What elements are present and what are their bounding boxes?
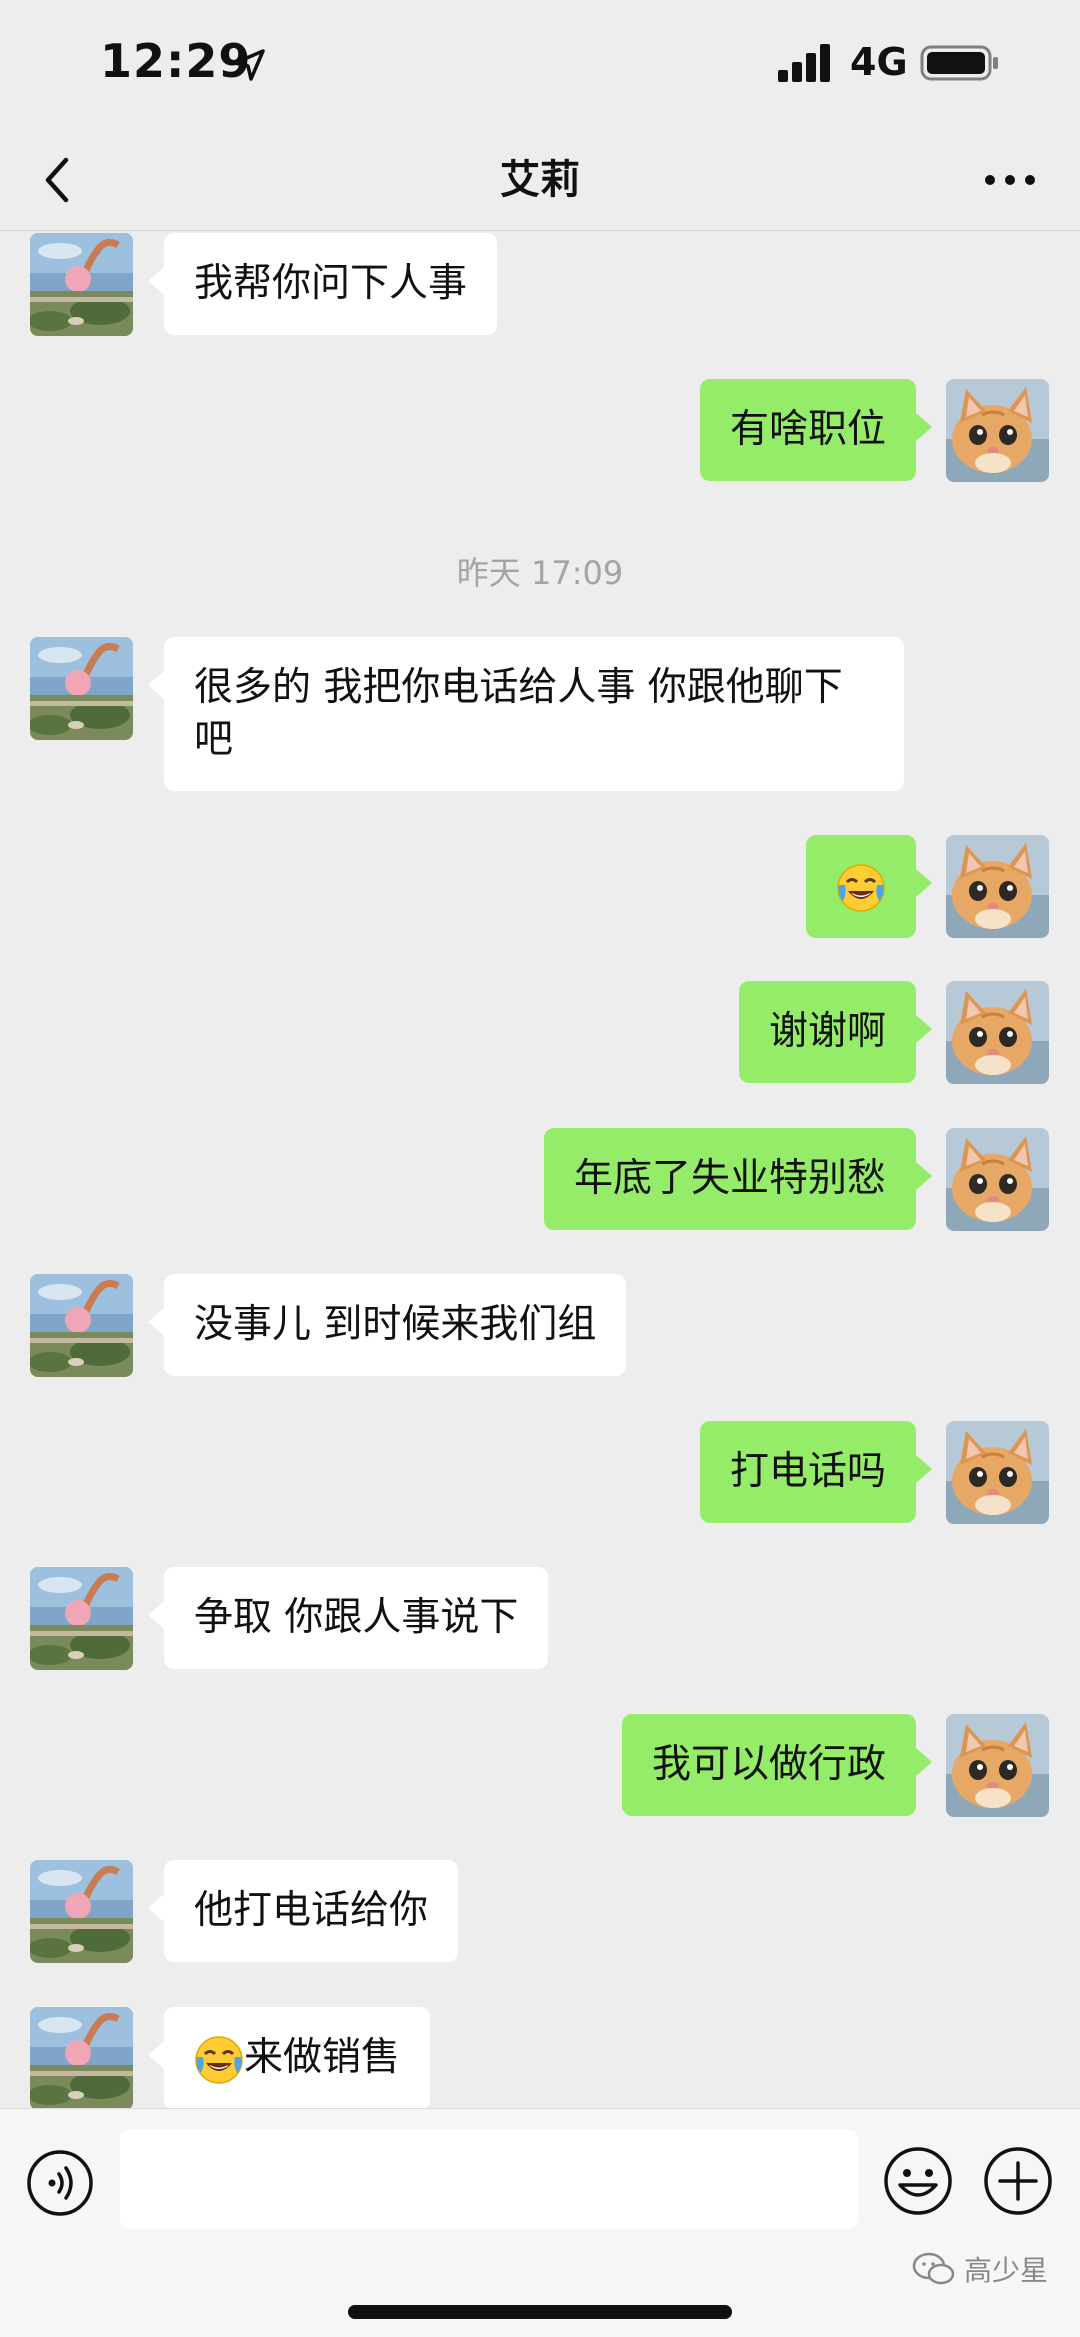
message-bubble[interactable]: 我帮你问下人事: [147, 233, 498, 335]
contact-avatar[interactable]: [30, 233, 133, 336]
message-input[interactable]: [120, 2129, 858, 2229]
message-list[interactable]: 我帮你问下人事 有啥职位 昨天 17:09 很多的 我把你电话给人事 你跟他聊下…: [0, 231, 1080, 2108]
message-bubble[interactable]: 没事儿 到时候来我们组: [147, 1274, 627, 1376]
home-indicator[interactable]: [348, 2305, 732, 2319]
battery-icon: [920, 45, 998, 81]
message-bubble[interactable]: 打电话吗: [699, 1421, 933, 1523]
my-avatar[interactable]: [946, 379, 1049, 482]
emoji-picker-icon[interactable]: [882, 2145, 954, 2217]
more-options-icon[interactable]: [980, 150, 1040, 210]
message-bubble[interactable]: 年底了失业特别愁: [543, 1128, 933, 1230]
contact-avatar[interactable]: [30, 1860, 133, 1963]
contact-avatar[interactable]: [30, 1274, 133, 1377]
contact-avatar[interactable]: [30, 2007, 133, 2108]
chat-header: 艾莉: [0, 130, 1080, 231]
input-bar: 高少星: [0, 2108, 1080, 2337]
face-with-tears-of-joy-icon: [194, 2035, 244, 2085]
face-with-tears-of-joy-icon: [836, 863, 886, 913]
my-avatar[interactable]: [946, 1421, 1049, 1524]
message-bubble[interactable]: 很多的 我把你电话给人事 你跟他聊下吧: [148, 637, 904, 791]
contact-avatar[interactable]: [30, 1567, 133, 1670]
my-avatar[interactable]: [946, 1714, 1049, 1817]
voice-input-icon[interactable]: [26, 2149, 94, 2217]
chat-title: 艾莉: [500, 157, 580, 203]
network-type: 4G: [850, 40, 908, 84]
message-bubble[interactable]: 他打电话给你: [147, 1860, 459, 1962]
message-bubble[interactable]: 我可以做行政: [621, 1714, 933, 1816]
my-avatar[interactable]: [946, 981, 1049, 1084]
message-bubble[interactable]: 有啥职位: [699, 379, 933, 481]
watermark: 高少星: [912, 2249, 1048, 2289]
message-bubble[interactable]: 来做销售: [147, 2007, 431, 2108]
watermark-text: 高少星: [964, 2254, 1049, 2287]
message-timestamp: 昨天 17:09: [456, 554, 624, 592]
message-bubble[interactable]: 争取 你跟人事说下: [147, 1567, 549, 1669]
my-avatar[interactable]: [946, 835, 1049, 938]
status-time: 12:29: [100, 34, 252, 88]
message-bubble[interactable]: 谢谢啊: [738, 981, 933, 1083]
wechat-logo-icon: [912, 2252, 955, 2285]
plus-more-icon[interactable]: [982, 2145, 1054, 2217]
my-avatar[interactable]: [946, 1128, 1049, 1231]
cellular-signal-icon: [778, 44, 830, 82]
status-bar: 12:29 4G: [0, 0, 1080, 130]
contact-avatar[interactable]: [30, 637, 133, 740]
message-text: 来做销售: [244, 2035, 401, 2080]
message-bubble[interactable]: [806, 835, 932, 938]
location-arrow-icon: [233, 49, 265, 81]
